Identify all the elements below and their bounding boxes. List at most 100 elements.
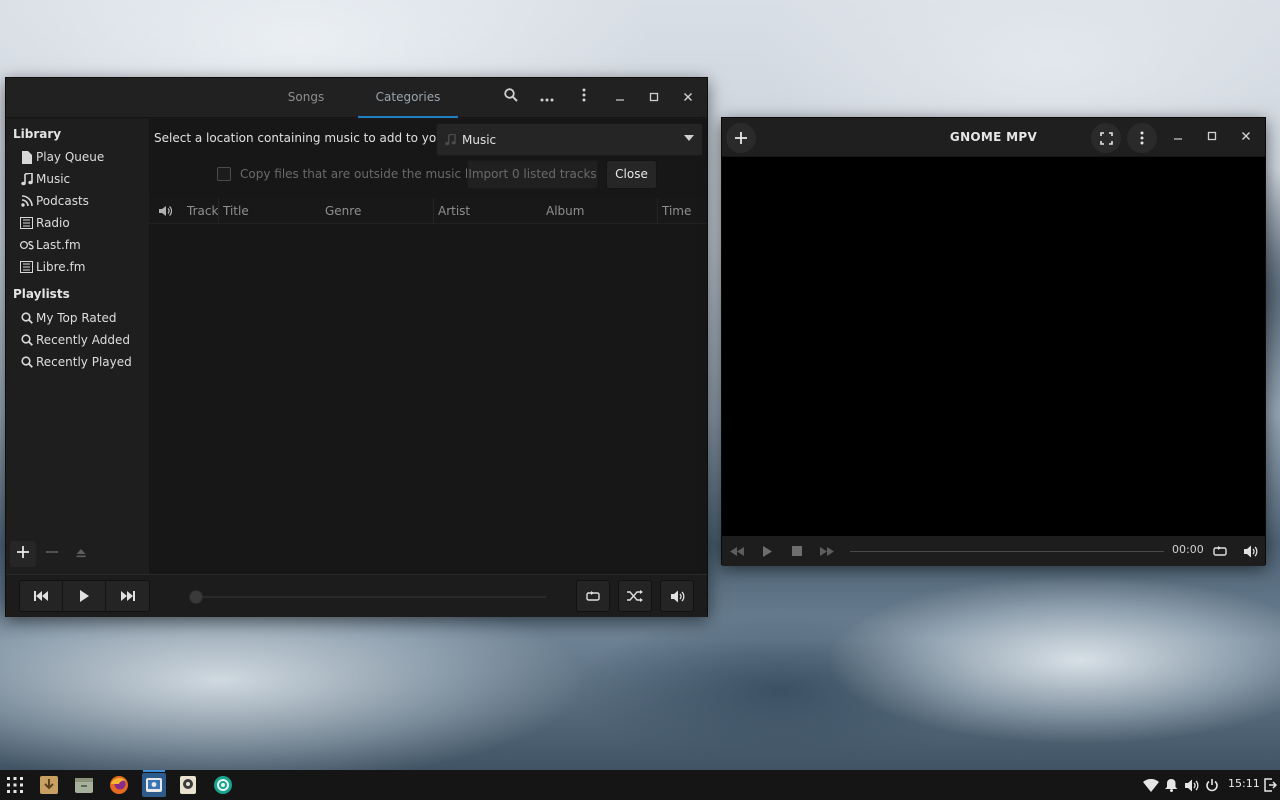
mpv-rewind-button[interactable] xyxy=(728,542,746,560)
minimize-button[interactable] xyxy=(607,85,633,111)
video-area[interactable] xyxy=(722,157,1265,536)
sidebar-item-label: Last.fm xyxy=(36,238,81,252)
power-indicator[interactable] xyxy=(1204,777,1220,793)
eject-button[interactable] xyxy=(68,541,94,567)
mpv-loop-button[interactable] xyxy=(1211,542,1229,560)
notifications-indicator[interactable] xyxy=(1163,777,1179,793)
fullscreen-button[interactable] xyxy=(1091,123,1121,153)
minus-icon xyxy=(46,551,58,553)
app-grid-button[interactable] xyxy=(3,773,27,797)
more-actions-button[interactable] xyxy=(534,85,560,111)
taskbar: 15:11 xyxy=(0,770,1280,800)
clock[interactable]: 15:11 xyxy=(1228,777,1260,790)
close-window-button[interactable] xyxy=(675,85,701,111)
mpv-play-button[interactable] xyxy=(758,542,776,560)
fullscreen-icon xyxy=(1099,131,1113,145)
seek-track[interactable] xyxy=(196,596,546,598)
mpv-seek-bar[interactable] xyxy=(850,551,1164,552)
location-value: Music xyxy=(462,132,497,147)
sidebar-item-recently-added[interactable]: Recently Added xyxy=(19,330,130,350)
taskbar-files[interactable] xyxy=(72,773,96,797)
mpv-menu-button[interactable] xyxy=(1127,123,1157,153)
tab-songs[interactable]: Songs xyxy=(266,78,346,118)
library-heading: Library xyxy=(13,127,62,141)
mpv-minimize-button[interactable] xyxy=(1165,124,1191,150)
rhythmbox-window: Songs Categories Library Play Queue Musi… xyxy=(5,77,708,617)
mpv-forward-button[interactable] xyxy=(818,542,836,560)
import-panel: Select a location containing music to ad… xyxy=(149,119,707,574)
music-note-icon xyxy=(445,133,456,146)
repeat-button[interactable] xyxy=(576,580,610,612)
sidebar-item-radio[interactable]: Radio xyxy=(19,213,70,233)
column-album[interactable]: Album xyxy=(542,198,657,224)
sidebar-item-label: Music xyxy=(36,172,71,186)
play-icon xyxy=(762,545,772,557)
sidebar-item-lastfm[interactable]: Last.fm xyxy=(19,235,81,255)
taskbar-rhythmbox[interactable] xyxy=(142,773,166,797)
sidebar-item-librefm[interactable]: Libre.fm xyxy=(19,257,85,277)
radio-icon xyxy=(19,260,34,274)
taskbar-gnome-mpv[interactable] xyxy=(176,773,200,797)
column-track[interactable]: Track xyxy=(183,198,218,224)
mpv-maximize-button[interactable] xyxy=(1199,124,1225,150)
previous-button[interactable] xyxy=(20,581,63,611)
mpv-close-button[interactable] xyxy=(1233,124,1259,150)
skip-forward-icon xyxy=(120,591,135,601)
sidebar-item-recently-played[interactable]: Recently Played xyxy=(19,352,132,372)
mpv-stop-button[interactable] xyxy=(788,542,806,560)
sidebar-item-my-top-rated[interactable]: My Top Rated xyxy=(19,308,116,328)
sidebar-item-play-queue[interactable]: Play Queue xyxy=(19,147,104,167)
search-button[interactable] xyxy=(498,85,524,111)
taskbar-downloads[interactable] xyxy=(37,773,61,797)
next-button[interactable] xyxy=(106,581,149,611)
repeat-icon xyxy=(1213,546,1227,556)
rss-icon xyxy=(19,194,34,208)
gnome-mpv-icon xyxy=(180,776,196,794)
maximize-button[interactable] xyxy=(641,85,667,111)
wifi-indicator[interactable] xyxy=(1143,777,1159,793)
column-time[interactable]: Time xyxy=(657,198,707,224)
taskbar-firefox[interactable] xyxy=(107,773,131,797)
volume-button[interactable] xyxy=(660,580,694,612)
repeat-icon xyxy=(586,591,600,601)
sidebar-item-label: My Top Rated xyxy=(36,311,117,325)
column-title[interactable]: Title xyxy=(218,198,321,224)
lastfm-icon xyxy=(19,238,34,252)
sidebar-item-label: Recently Played xyxy=(36,355,132,369)
play-icon xyxy=(80,590,89,602)
open-file-button[interactable] xyxy=(726,123,756,153)
sidebar-item-podcasts[interactable]: Podcasts xyxy=(19,191,89,211)
app-menu-button[interactable] xyxy=(571,85,597,111)
volume-indicator[interactable] xyxy=(1183,777,1199,793)
minimize-icon xyxy=(1174,138,1182,140)
power-icon xyxy=(1206,779,1218,792)
tab-categories[interactable]: Categories xyxy=(358,78,458,118)
plus-icon xyxy=(735,132,747,144)
shuffle-button[interactable] xyxy=(618,580,652,612)
vertical-dots-icon xyxy=(582,88,586,102)
close-icon xyxy=(684,93,692,101)
import-tracks-button[interactable]: Import 0 listed tracks xyxy=(467,160,598,189)
column-artist[interactable]: Artist xyxy=(433,198,542,224)
gnome-mpv-window: GNOME MPV 00:00 xyxy=(721,117,1266,566)
download-icon xyxy=(40,776,58,794)
sidebar-item-label: Libre.fm xyxy=(36,260,86,274)
play-button[interactable] xyxy=(63,581,106,611)
copy-files-checkbox[interactable]: Copy files that are outside the music li… xyxy=(217,167,503,181)
show-desktop-button[interactable] xyxy=(1262,777,1278,793)
close-import-button[interactable]: Close xyxy=(606,160,657,189)
mpv-volume-button[interactable] xyxy=(1241,542,1259,560)
remove-playlist-button[interactable] xyxy=(39,541,65,567)
location-combo[interactable]: Music xyxy=(436,123,703,156)
checkbox-box[interactable] xyxy=(217,167,231,181)
seek-slider-handle[interactable] xyxy=(189,590,203,604)
column-playing[interactable] xyxy=(149,198,183,224)
column-genre[interactable]: Genre xyxy=(321,198,433,224)
taskbar-settings-app[interactable] xyxy=(211,773,235,797)
sidebar-item-label: Play Queue xyxy=(36,150,105,164)
sidebar-item-music[interactable]: Music xyxy=(19,169,70,189)
rhythmbox-icon xyxy=(146,778,162,792)
add-playlist-button[interactable] xyxy=(10,541,36,567)
minimize-icon xyxy=(616,99,624,101)
vertical-dots-icon xyxy=(1140,131,1144,145)
